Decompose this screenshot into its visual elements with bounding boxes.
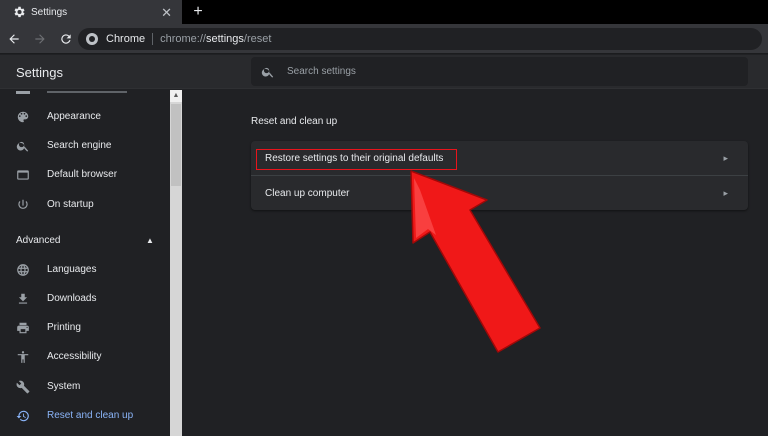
forward-button[interactable] <box>28 27 52 51</box>
tab-settings[interactable]: Settings ✕ <box>0 0 182 24</box>
chevron-up-icon[interactable]: ▲ <box>146 236 154 245</box>
accessibility-icon <box>16 350 30 364</box>
chevron-right-icon: ▸ <box>723 187 728 198</box>
divider <box>152 33 154 45</box>
scroll-up-arrow-icon[interactable]: ▲ <box>170 90 182 102</box>
sidebar-item-search-engine[interactable]: Search engine <box>0 131 168 160</box>
globe-icon <box>16 263 30 277</box>
sidebar-item-accessibility[interactable]: Accessibility <box>0 342 168 371</box>
address-bar[interactable]: Chrome chrome:// settings /reset <box>78 28 762 50</box>
sidebar-item-label: Search engine <box>47 140 112 151</box>
site-name: Chrome <box>106 33 146 45</box>
back-button[interactable] <box>2 27 26 51</box>
arrow-left-icon <box>9 33 19 44</box>
sidebar-item-label: Languages <box>47 264 97 275</box>
wrench-icon <box>16 380 30 394</box>
download-icon <box>16 292 30 306</box>
sidebar-item-downloads[interactable]: Downloads <box>0 284 168 313</box>
page-title: Settings <box>16 65 63 80</box>
sidebar-item-label: Reset and clean up <box>47 410 134 421</box>
tab-title: Settings <box>31 6 68 18</box>
sidebar-item-label: System <box>47 381 81 392</box>
close-icon[interactable]: ✕ <box>161 6 172 19</box>
search-input[interactable] <box>287 66 687 77</box>
clean-up-computer-row[interactable]: Clean up computer ▸ <box>251 176 748 210</box>
section-title: Reset and clean up <box>251 116 338 127</box>
sidebar-item-default-browser[interactable]: Default browser <box>0 160 168 189</box>
browser-window-icon <box>16 168 30 182</box>
chevron-right-icon: ▸ <box>723 152 728 163</box>
sidebar-item-label: Appearance <box>47 111 101 122</box>
sidebar-item-languages[interactable]: Languages <box>0 255 168 284</box>
reload-icon <box>61 33 71 44</box>
sidebar-item-on-startup[interactable]: On startup <box>0 190 168 219</box>
url-host: settings <box>205 33 244 45</box>
sidebar-item-reset-and-clean-up[interactable]: Reset and clean up <box>0 401 168 430</box>
sidebar-item-label: Printing <box>47 322 81 333</box>
arrow-right-icon <box>35 33 45 44</box>
sidebar-item-label: Accessibility <box>47 351 102 362</box>
url-path: /reset <box>243 33 272 45</box>
advanced-section-toggle[interactable]: Advanced <box>16 235 60 246</box>
scrollbar-thumb[interactable] <box>171 104 181 186</box>
sidebar-item-system[interactable]: System <box>0 372 168 401</box>
tab-strip: Settings ✕ + <box>0 0 768 24</box>
highlight-box <box>256 149 457 170</box>
browser-toolbar: Chrome chrome:// settings /reset <box>0 24 768 54</box>
sidebar-item-label: On startup <box>47 199 94 210</box>
search-icon <box>261 65 275 79</box>
search-icon <box>16 139 30 153</box>
sidebar: Appearance Search engine Default browser… <box>0 90 182 436</box>
sidebar-item-label: Default browser <box>47 169 118 180</box>
palette-icon <box>16 110 30 124</box>
settings-header: Settings <box>0 55 768 89</box>
chrome-icon <box>86 33 98 45</box>
gear-icon <box>12 5 26 19</box>
url-scheme: chrome:// <box>160 33 206 45</box>
reload-button[interactable] <box>54 27 78 51</box>
row-label: Clean up computer <box>265 187 350 199</box>
search-box[interactable] <box>251 57 748 86</box>
printer-icon <box>16 321 30 335</box>
power-icon <box>16 198 30 212</box>
sidebar-item-printing[interactable]: Printing <box>0 313 168 342</box>
new-tab-button[interactable]: + <box>188 2 208 22</box>
sidebar-item-appearance[interactable]: Appearance <box>0 102 168 131</box>
sidebar-item-label: Downloads <box>47 293 97 304</box>
history-icon <box>16 409 30 423</box>
